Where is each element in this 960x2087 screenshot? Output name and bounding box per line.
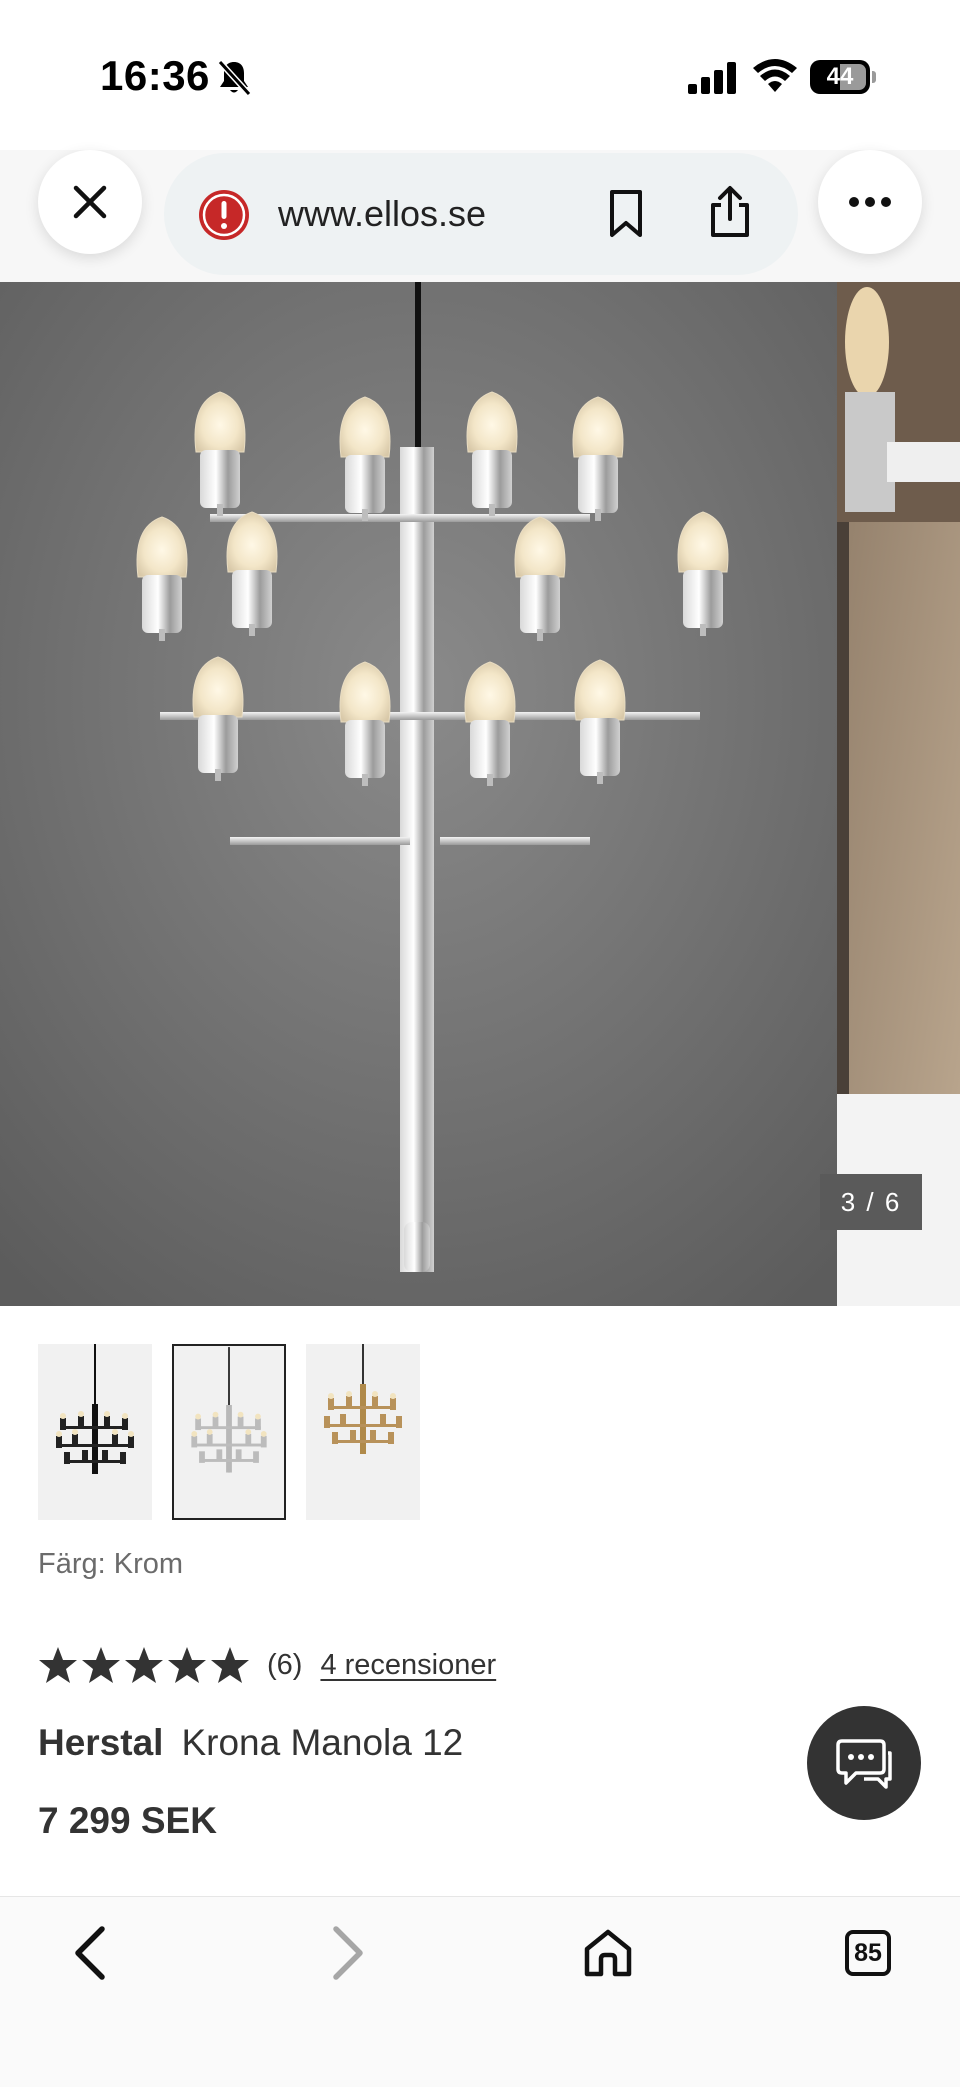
- bell-slash-icon: [217, 59, 252, 97]
- chat-icon: [836, 1739, 892, 1789]
- thumbnail-chrome-image: [191, 1347, 267, 1473]
- home-icon: [584, 1929, 632, 1977]
- color-label: Färg: Krom: [38, 1548, 184, 1580]
- rating-row: (6) 4 recensioner: [38, 1640, 496, 1690]
- share-icon[interactable]: [708, 185, 752, 239]
- browser-top-bar: www.ellos.se: [0, 150, 960, 282]
- next-product-image[interactable]: [837, 282, 960, 1094]
- battery-level: 44: [826, 63, 854, 90]
- tabs-count: 85: [854, 1938, 882, 1967]
- chat-button[interactable]: [807, 1706, 921, 1820]
- product-title: Herstal Krona Manola 12: [38, 1722, 463, 1764]
- star-icon: [82, 1647, 120, 1683]
- product-image[interactable]: [0, 282, 837, 1306]
- star-rating: [38, 1645, 253, 1685]
- star-icon: [39, 1647, 77, 1683]
- back-button[interactable]: [50, 1917, 130, 1989]
- thumbnail-black-image: [56, 1344, 134, 1474]
- product-price: 7 299 SEK: [38, 1800, 217, 1841]
- tabs-icon: 85: [845, 1930, 891, 1976]
- cellular-signal-icon: [688, 62, 736, 94]
- back-icon: [75, 1926, 105, 1980]
- reviews-link[interactable]: 4 recensioner: [320, 1649, 496, 1682]
- bookmark-icon[interactable]: [606, 189, 646, 239]
- url-text[interactable]: www.ellos.se: [278, 193, 486, 235]
- close-button[interactable]: [38, 150, 142, 254]
- forward-icon: [333, 1926, 363, 1980]
- thumbnail-brass-image: [324, 1344, 402, 1454]
- home-button[interactable]: [568, 1917, 648, 1989]
- product-name: Krona Manola 12: [181, 1722, 464, 1763]
- address-bar[interactable]: www.ellos.se: [164, 153, 798, 275]
- tabs-button[interactable]: 85: [828, 1917, 908, 1989]
- star-icon: [211, 1647, 249, 1683]
- close-icon: [73, 185, 107, 219]
- star-icon: [125, 1647, 163, 1683]
- forward-button[interactable]: [308, 1917, 388, 1989]
- thumbnail-brass[interactable]: [306, 1344, 420, 1520]
- product-gallery[interactable]: 3 / 6: [0, 282, 960, 1306]
- thumbnail-black[interactable]: [38, 1344, 152, 1520]
- browser-bottom-toolbar: 85: [0, 1896, 960, 2087]
- thumbnail-chrome[interactable]: [172, 1344, 286, 1520]
- rating-count: (6): [267, 1648, 303, 1681]
- status-bar: 16:36 44: [0, 0, 960, 150]
- more-icon: [849, 197, 891, 207]
- star-icon: [168, 1647, 206, 1683]
- status-time: 16:36: [100, 52, 210, 99]
- more-button[interactable]: [818, 150, 922, 254]
- image-counter: 3 / 6: [820, 1174, 922, 1230]
- warning-icon[interactable]: [198, 189, 250, 241]
- wifi-icon: [753, 59, 797, 92]
- brand-name[interactable]: Herstal: [38, 1722, 163, 1763]
- battery-icon: 44: [810, 60, 876, 94]
